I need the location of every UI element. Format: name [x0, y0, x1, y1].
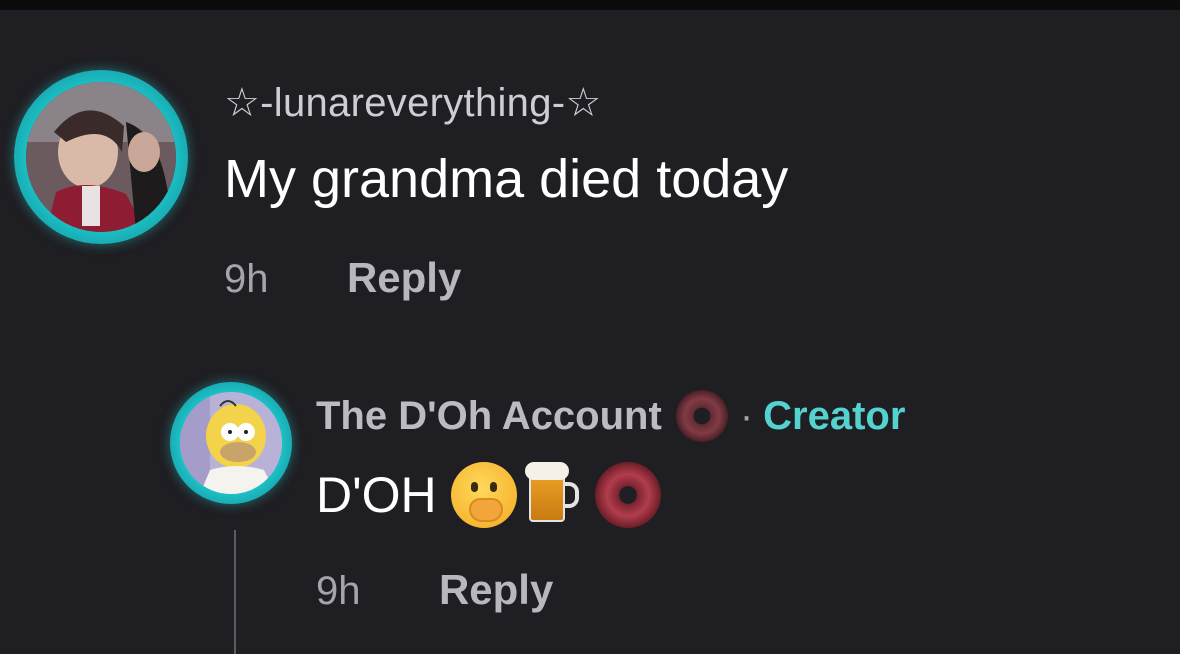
separator: · [739, 393, 754, 438]
comment-text: My grandma died today [224, 149, 789, 209]
reply-button[interactable]: Reply [439, 566, 553, 614]
comment-time: 9h [224, 257, 269, 301]
reply-avatar[interactable] [180, 392, 282, 494]
comment-item: ☆-lunareverything-☆ My grandma died toda… [0, 0, 1180, 654]
reply-username[interactable]: The D'Oh Account [316, 394, 662, 439]
reply-meta: 9h Reply [316, 566, 553, 614]
reply-username-row: The D'Oh Account · Creator [316, 390, 905, 442]
reply-button[interactable]: Reply [347, 254, 461, 302]
thread-line [234, 530, 236, 654]
reply-text-row: D'OH [316, 462, 661, 528]
anime-character-avatar-icon [26, 82, 176, 232]
donut-icon [675, 390, 728, 442]
avatar[interactable] [26, 82, 176, 232]
donut-icon [594, 462, 661, 528]
creator-badge: Creator [763, 393, 906, 438]
reply-time: 9h [316, 569, 361, 613]
homer-avatar-icon [180, 392, 282, 494]
beer-mug-icon [523, 462, 581, 528]
reply-text: D'OH [316, 467, 437, 523]
comment-username[interactable]: ☆-lunareverything-☆ [224, 80, 602, 126]
face-with-hand-over-mouth-icon [450, 462, 517, 528]
comment-meta: 9h Reply [224, 254, 461, 302]
